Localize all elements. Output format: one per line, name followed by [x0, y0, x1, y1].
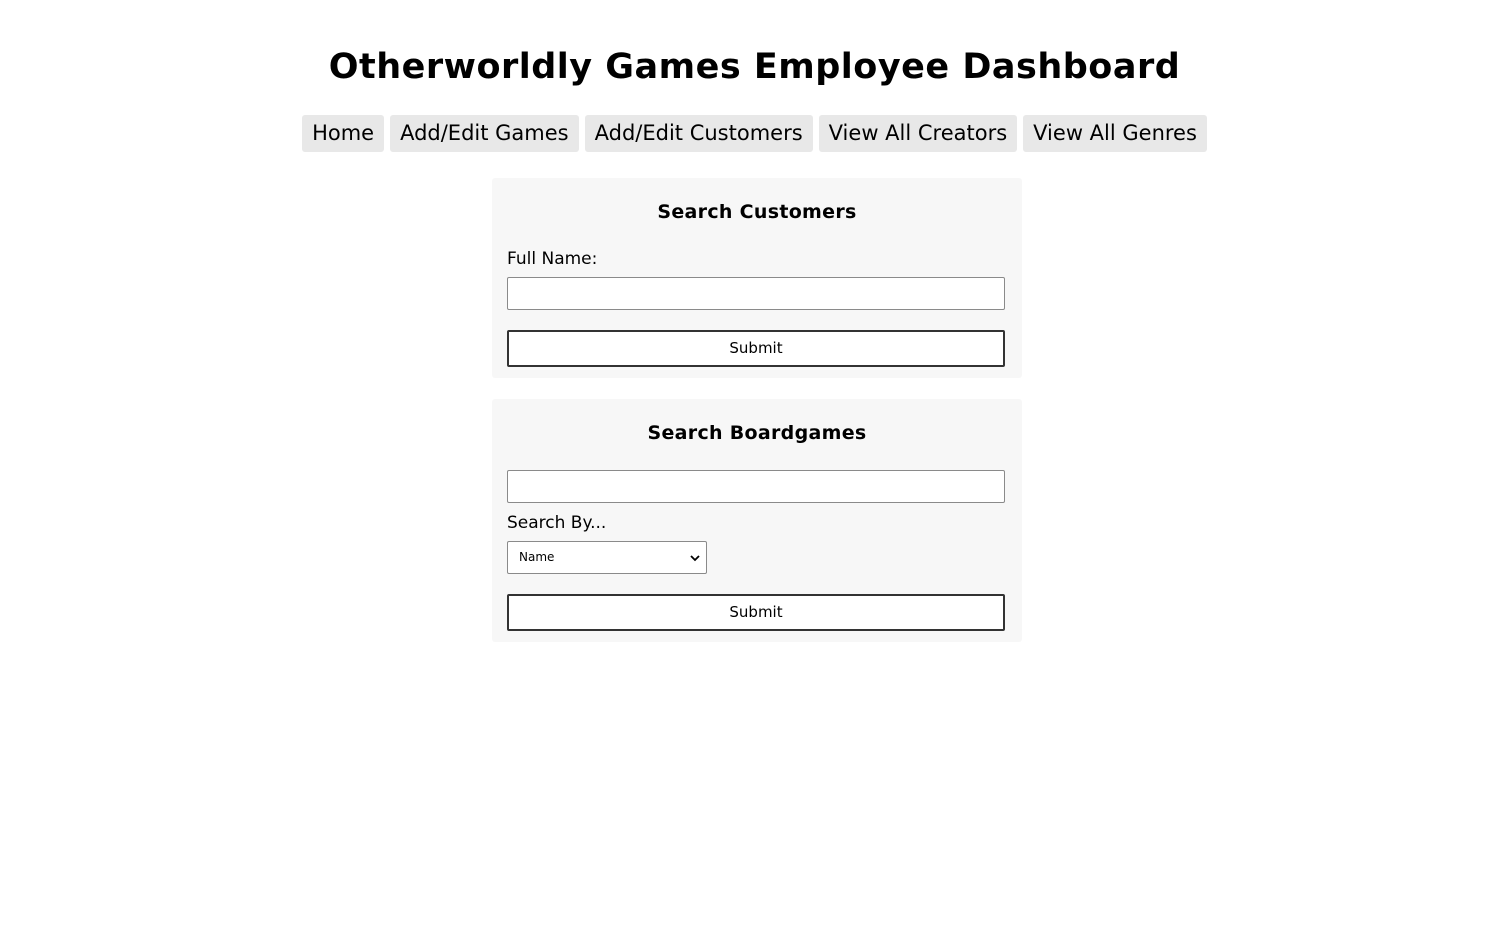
search-by-select[interactable]: Name [507, 541, 707, 574]
nav-add-edit-games-button[interactable]: Add/Edit Games [390, 115, 579, 152]
page-title: Otherworldly Games Employee Dashboard [328, 47, 1181, 87]
full-name-input[interactable] [507, 277, 1005, 310]
nav-view-all-creators-button[interactable]: View All Creators [818, 115, 1018, 152]
search-by-selected-value: Name [519, 550, 555, 564]
nav-add-edit-customers-button[interactable]: Add/Edit Customers [584, 115, 813, 152]
main-nav: Home Add/Edit Games Add/Edit Customers V… [0, 115, 1509, 152]
search-boardgames-submit-button[interactable]: Submit [507, 594, 1005, 631]
search-customers-title: Search Customers [657, 201, 857, 223]
search-boardgames-panel: Search Boardgames Search By... Name Subm… [492, 399, 1022, 642]
nav-view-all-genres-button[interactable]: View All Genres [1023, 115, 1207, 152]
search-by-label: Search By... [507, 513, 607, 533]
nav-home-button[interactable]: Home [302, 115, 385, 152]
boardgame-search-input[interactable] [507, 470, 1005, 503]
search-boardgames-title: Search Boardgames [647, 422, 867, 444]
chevron-down-icon [690, 555, 700, 562]
search-customers-submit-button[interactable]: Submit [507, 330, 1005, 367]
full-name-label: Full Name: [507, 249, 598, 269]
search-customers-panel: Search Customers Full Name: Submit [492, 178, 1022, 378]
